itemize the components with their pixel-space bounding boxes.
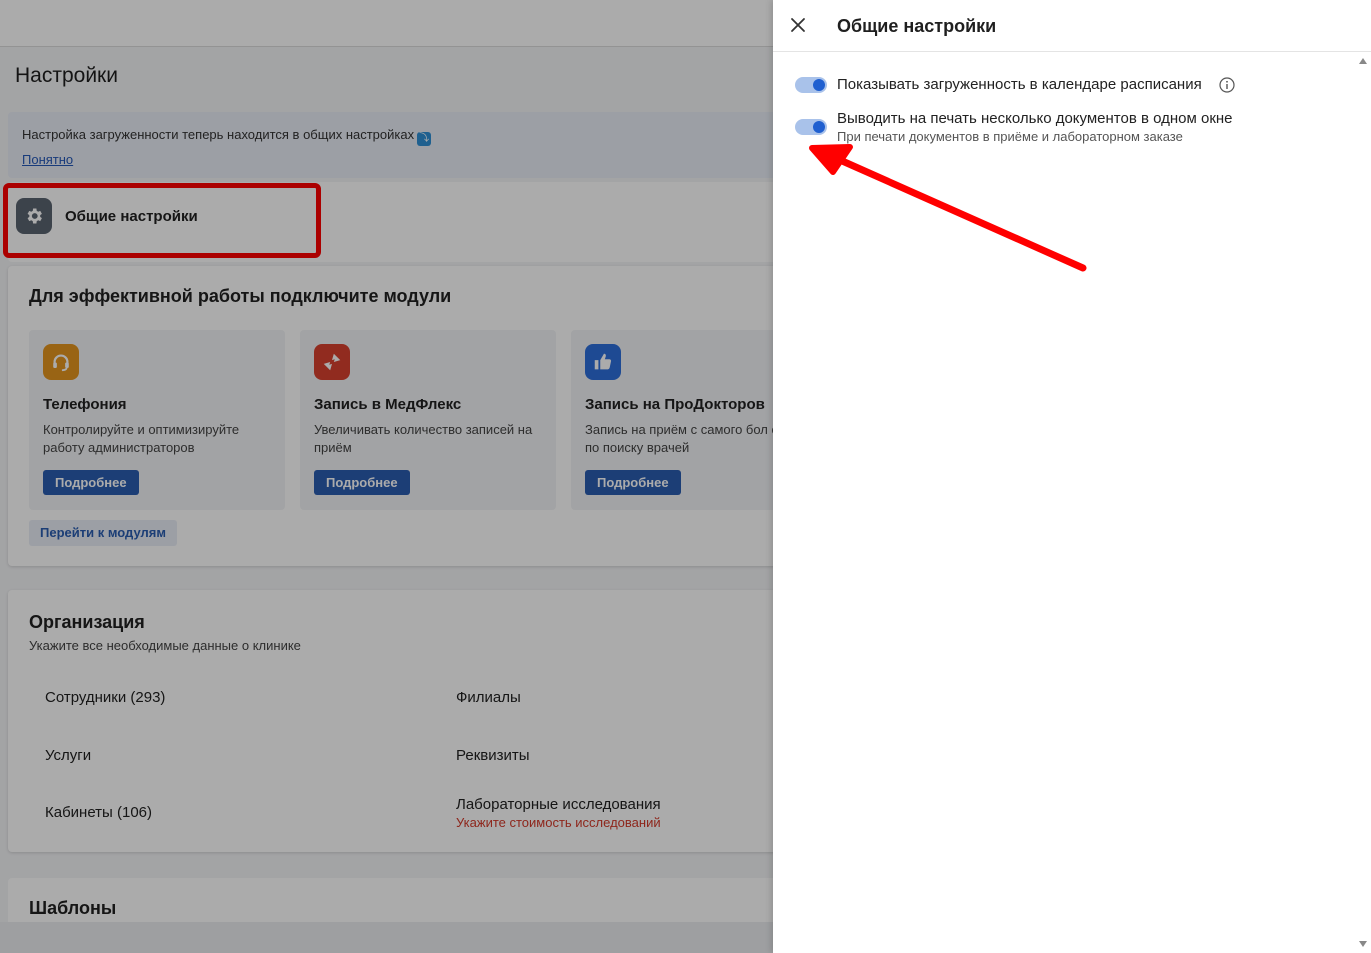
print-multiple-hint: При печати документов в приёме и лаборат… [837,129,1183,144]
print-multiple-toggle[interactable] [795,119,827,135]
toggle-knob [813,79,825,91]
print-multiple-label: Выводить на печать несколько документов … [837,110,1233,127]
toggle-knob [813,121,825,133]
close-icon[interactable] [787,14,809,36]
drawer-header: Общие настройки [773,0,1371,52]
info-icon[interactable] [1219,77,1235,93]
modal-backdrop[interactable] [0,0,773,953]
show-load-toggle[interactable] [795,77,827,93]
general-settings-drawer: Общие настройки Показывать загруженность… [773,0,1371,953]
show-load-label: Показывать загруженность в календаре рас… [837,76,1202,93]
drawer-scrollbar[interactable] [1355,52,1371,953]
drawer-title: Общие настройки [837,16,997,36]
